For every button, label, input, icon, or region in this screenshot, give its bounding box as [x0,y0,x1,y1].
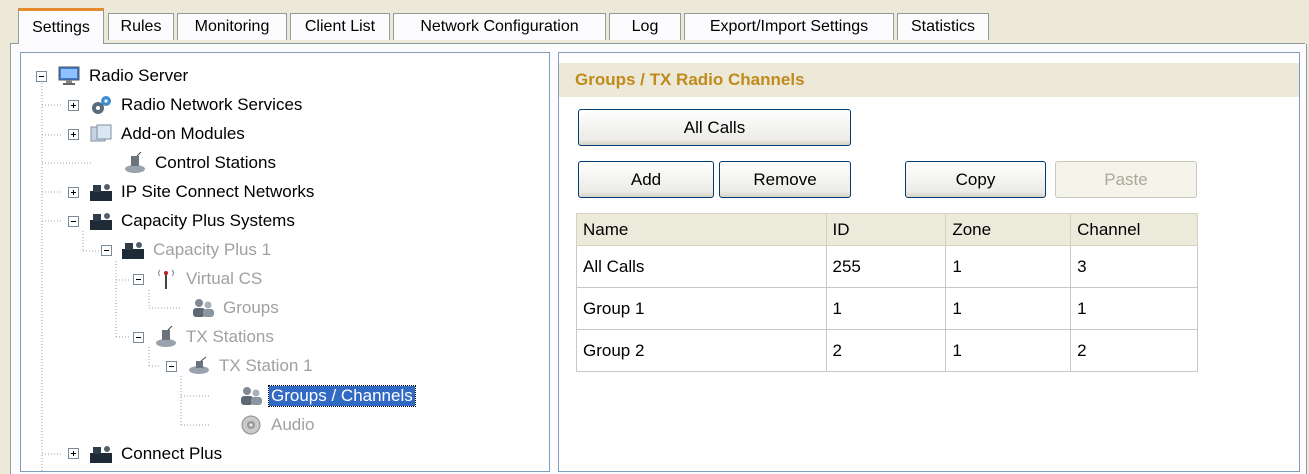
radio-station-icon [125,152,145,173]
expand-radio-network-services-icon[interactable] [68,100,79,111]
collapse-capacity-plus-systems-icon[interactable] [68,216,79,227]
tree-node-label: Virtual CS [186,269,263,288]
speaker-icon [241,415,261,435]
cell-channel[interactable]: 1 [1070,287,1198,330]
tree-node-capacity-plus-1[interactable]: Capacity Plus 1 [121,237,273,263]
network-icon [90,184,112,201]
expand-add-on-modules-icon[interactable] [68,129,79,140]
cell-channel[interactable]: 3 [1070,245,1198,288]
tree-node-audio[interactable]: Audio [239,412,316,438]
collapse-capacity-plus-1-icon[interactable] [101,245,112,256]
column-header-id[interactable]: ID [825,213,947,246]
table-header-row: Name ID Zone Channel [576,213,1198,246]
tree-node-label: Radio Server [89,66,189,85]
tree-node-radio-network-services[interactable]: Radio Network Services [89,92,304,118]
tree-node-connect-plus[interactable]: Connect Plus [89,441,224,467]
tree-node-groups[interactable]: Groups [191,295,281,321]
tree-node-label: IP Site Connect Networks [121,182,315,201]
collapse-tx-stations-icon[interactable] [133,332,144,343]
settings-tree[interactable]: Radio Server Radio Network Services Add-… [20,52,550,472]
tree-node-radio-server[interactable]: Radio Server [57,63,190,89]
remove-button[interactable]: Remove [719,161,851,198]
tree-node-label: Connect Plus [121,444,223,463]
tree-node-tx-station-1[interactable]: TX Station 1 [187,353,315,379]
collapse-radio-server-icon[interactable] [36,71,47,82]
collapse-virtual-cs-icon[interactable] [133,274,144,285]
groups-table: Name ID Zone Channel All Calls 255 1 3 G… [576,213,1198,372]
radio-station-icon [189,356,209,374]
network-icon [90,213,112,230]
tab-bar: Settings Rules Monitoring Client List Ne… [0,0,1309,44]
cell-zone[interactable]: 1 [945,245,1072,288]
gears-icon [92,96,111,114]
paste-button[interactable]: Paste [1055,161,1197,198]
tree-node-label: Capacity Plus 1 [153,240,272,259]
tree-node-label: Audio [271,415,315,434]
group-icon [193,299,214,317]
tab-rules[interactable]: Rules [108,13,174,40]
tree-node-label: Groups / Channels [268,385,416,407]
tree-node-add-on-modules[interactable]: Add-on Modules [89,121,247,147]
column-header-name[interactable]: Name [576,213,827,246]
tree-node-label: Groups [223,298,279,317]
tree-node-label: TX Stations [186,327,274,346]
tab-settings[interactable]: Settings [18,8,104,44]
tab-client-list[interactable]: Client List [290,13,390,40]
tree-node-groups-channels[interactable]: Groups / Channels [239,383,416,409]
add-button[interactable]: Add [578,161,714,198]
tree-node-label: Radio Network Services [121,95,303,114]
column-header-channel[interactable]: Channel [1070,213,1198,246]
all-calls-button[interactable]: All Calls [578,109,851,146]
cell-name[interactable]: Group 1 [576,287,827,330]
tree-node-tx-stations[interactable]: TX Stations [154,324,276,350]
copy-button[interactable]: Copy [905,161,1046,198]
cell-name[interactable]: All Calls [576,245,827,288]
cell-id[interactable]: 2 [825,329,947,372]
tab-statistics[interactable]: Statistics [897,13,989,40]
tab-log[interactable]: Log [609,13,681,40]
radio-station-icon [156,326,176,347]
collapse-tx-station-1-icon[interactable] [166,361,177,372]
cell-id[interactable]: 1 [825,287,947,330]
tree-node-label: TX Station 1 [219,356,313,375]
cell-name[interactable]: Group 2 [576,329,827,372]
group-icon [241,387,262,405]
table-row[interactable]: All Calls 255 1 3 [576,245,1198,288]
tree-node-virtual-cs[interactable]: Virtual CS [154,266,264,292]
groups-channels-panel: Groups / TX Radio Channels All Calls Add… [558,52,1300,472]
panel-title: Groups / TX Radio Channels [559,63,1299,97]
tree-node-ip-site-connect-networks[interactable]: IP Site Connect Networks [89,179,316,205]
column-header-zone[interactable]: Zone [945,213,1072,246]
expand-connect-plus-icon[interactable] [68,448,79,459]
tree-node-capacity-plus-systems[interactable]: Capacity Plus Systems [89,208,297,234]
modules-icon [90,124,112,142]
tab-monitoring[interactable]: Monitoring [177,13,287,40]
cell-channel[interactable]: 2 [1070,329,1198,372]
table-row[interactable]: Group 1 1 1 1 [576,287,1198,330]
cell-zone[interactable]: 1 [945,329,1072,372]
tree-node-label: Capacity Plus Systems [121,211,295,230]
tab-export-import-settings[interactable]: Export/Import Settings [684,13,894,40]
monitor-icon [58,66,80,85]
cell-id[interactable]: 255 [825,245,947,288]
table-row[interactable]: Group 2 2 1 2 [576,329,1198,372]
cell-zone[interactable]: 1 [945,287,1072,330]
tab-network-configuration[interactable]: Network Configuration [393,13,606,40]
antenna-icon [158,269,174,289]
expand-ip-site-connect-icon[interactable] [68,187,79,198]
tree-node-label: Control Stations [155,153,276,172]
network-icon [122,242,144,259]
tree-node-label: Add-on Modules [121,124,245,143]
tree-node-control-stations[interactable]: Control Stations [123,150,278,176]
network-icon [90,446,112,463]
